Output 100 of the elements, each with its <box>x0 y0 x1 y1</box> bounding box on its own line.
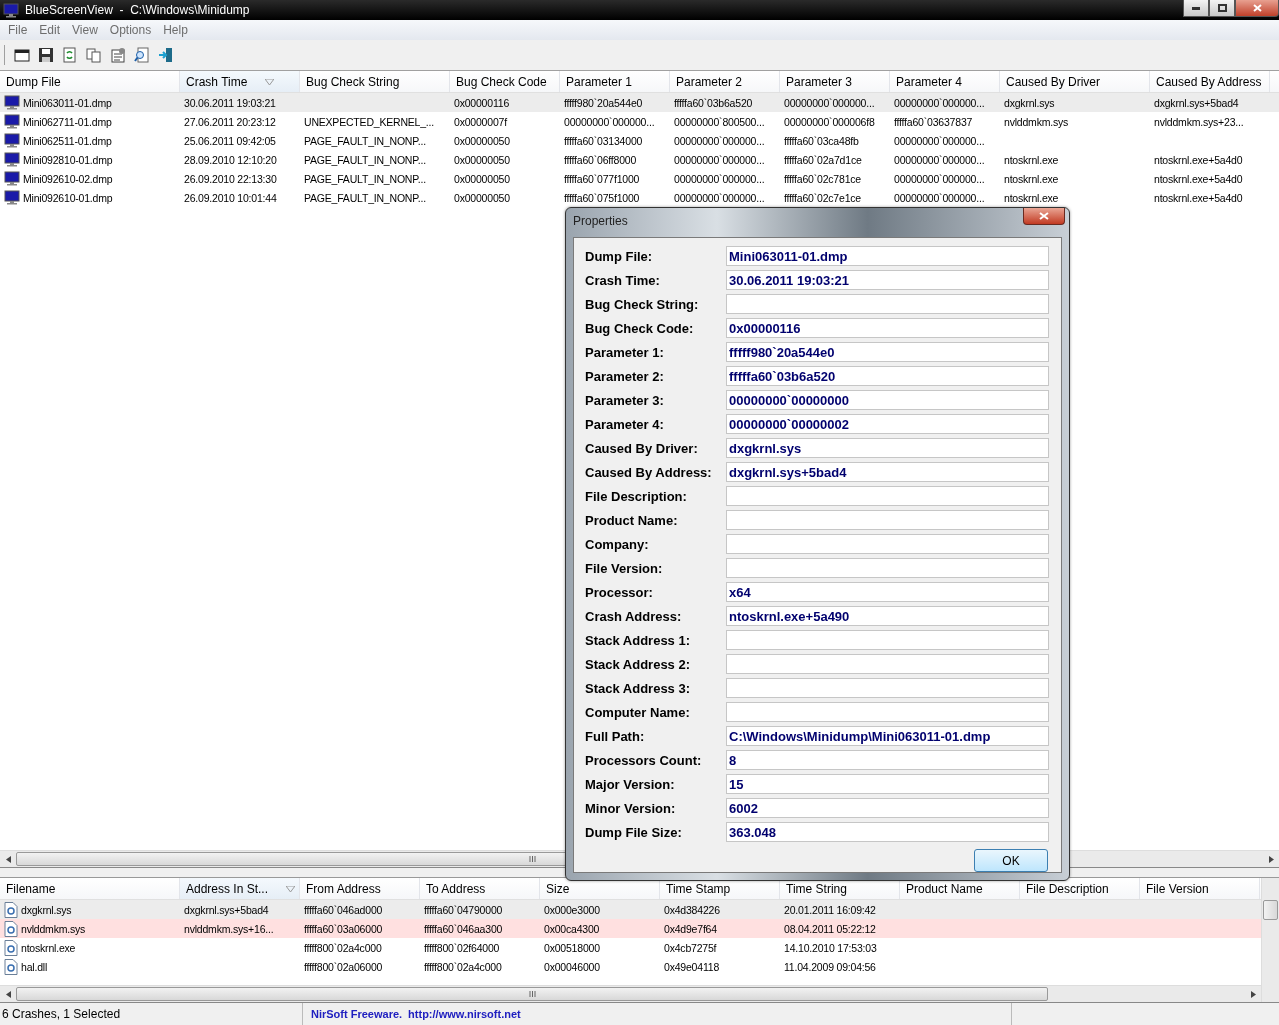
table-cell: 26.09.2010 22:13:30 <box>184 172 277 185</box>
field-label: Minor Version: <box>585 800 677 816</box>
table-cell: fffffa60`06ff8000 <box>564 153 637 166</box>
dialog-title: Properties <box>573 214 628 228</box>
table-cell: fffff800`02a06000 <box>304 960 383 973</box>
field-label: Crash Time: <box>585 272 661 288</box>
table-cell: fffff800`02f64000 <box>424 941 500 954</box>
field-label: Dump File Size: <box>585 824 683 840</box>
field-label: Bug Check String: <box>585 296 700 312</box>
field-label: Parameter 4: <box>585 416 665 432</box>
field-label: Dump File: <box>585 248 654 264</box>
table-cell: dxgkrnl.sys+5bad4 <box>184 903 269 916</box>
field-label: Processor: <box>585 584 654 600</box>
table-cell: dxgkrnl.sys <box>1004 96 1055 109</box>
table-cell: 0x00000050 <box>454 153 510 166</box>
table-cell: 0x00000050 <box>454 172 510 185</box>
table-cell: 0x00000050 <box>454 134 510 147</box>
table-cell: 08.04.2011 05:22:12 <box>784 922 876 935</box>
table-cell: fffffa60`02a7d1ce <box>784 153 862 166</box>
table-cell: 27.06.2011 20:23:12 <box>184 115 276 128</box>
field-label: Full Path: <box>585 728 646 744</box>
table-cell: PAGE_FAULT_IN_NONP... <box>304 134 426 147</box>
table-cell: fffffa60`03134000 <box>564 134 643 147</box>
table-cell: 0x00000050 <box>454 191 510 204</box>
table-cell: 11.04.2009 09:04:56 <box>784 960 876 973</box>
table-cell: nvlddmkm.sys+23... <box>1154 115 1244 128</box>
table-cell: 0x00ca4300 <box>544 922 600 935</box>
field-label: Computer Name: <box>585 704 691 720</box>
table-cell: 00000000`000000... <box>674 134 765 147</box>
table-cell: nvlddmkm.sys+16... <box>184 922 274 935</box>
table-cell: Mini092810-01.dmp <box>23 153 113 166</box>
table-cell: 30.06.2011 19:03:21 <box>184 96 276 109</box>
field-label: Caused By Address: <box>585 464 713 480</box>
table-cell: ntoskrnl.exe+5a4d0 <box>1154 191 1243 204</box>
field-label: Product Name: <box>585 512 679 528</box>
table-cell: fffffa60`075f1000 <box>564 191 640 204</box>
field-label: Stack Address 2: <box>585 656 691 672</box>
table-cell: UNEXPECTED_KERNEL_... <box>304 115 434 128</box>
table-cell: 00000000`800500... <box>674 115 765 128</box>
table-cell: Mini092610-02.dmp <box>23 172 113 185</box>
table-cell: 00000000`000000... <box>564 115 655 128</box>
table-cell: 0x00000116 <box>454 96 510 109</box>
table-cell: Mini092610-01.dmp <box>23 191 113 204</box>
table-cell: 26.09.2010 10:01:44 <box>184 191 277 204</box>
table-cell: dxgkrnl.sys <box>21 903 72 916</box>
table-cell: fffffa60`03b6a520 <box>674 96 753 109</box>
table-cell: nvlddmkm.sys <box>1004 115 1069 128</box>
table-cell: fffffa60`04790000 <box>424 903 503 916</box>
table-cell: 00000000`000000... <box>894 191 985 204</box>
table-cell: 00000000`000006f8 <box>784 115 875 128</box>
table-cell: 00000000`000000... <box>674 191 765 204</box>
field-label: Major Version: <box>585 776 676 792</box>
table-cell: hal.dll <box>21 960 48 973</box>
table-cell: 14.10.2010 17:53:03 <box>784 941 877 954</box>
status-text: 6 Crashes, 1 Selected <box>0 1003 303 1025</box>
field-label: File Description: <box>585 488 688 504</box>
table-cell: fffffa60`02c7e1ce <box>784 191 861 204</box>
table-cell: fffffa60`077f1000 <box>564 172 640 185</box>
table-cell: 00000000`000000... <box>674 172 765 185</box>
field-label: Stack Address 1: <box>585 632 691 648</box>
table-cell: ntoskrnl.exe <box>1004 153 1059 166</box>
table-cell: 0x4d384226 <box>664 903 720 916</box>
table-cell: Mini062711-01.dmp <box>23 115 112 128</box>
field-label: Processors Count: <box>585 752 703 768</box>
table-cell: Mini062511-01.dmp <box>23 134 112 147</box>
field-label: Crash Address: <box>585 608 683 624</box>
table-cell: 0x4d9e7f64 <box>664 922 717 935</box>
table-cell: 00000000`000000... <box>894 172 985 185</box>
table-cell: 0x00046000 <box>544 960 600 973</box>
table-cell: ntoskrnl.exe <box>1004 172 1059 185</box>
table-cell: 00000000`000000... <box>894 96 985 109</box>
table-cell: fffff980`20a544e0 <box>564 96 643 109</box>
window-title: BlueScreenView - C:\Windows\Minidump <box>25 3 251 17</box>
table-cell: ntoskrnl.exe+5a4d0 <box>1154 172 1243 185</box>
table-cell: fffffa60`046aa300 <box>424 922 503 935</box>
table-cell: ntoskrnl.exe <box>1004 191 1059 204</box>
table-cell: PAGE_FAULT_IN_NONP... <box>304 153 426 166</box>
table-cell: 00000000`000000... <box>894 153 985 166</box>
field-label: Parameter 2: <box>585 368 665 384</box>
table-cell: PAGE_FAULT_IN_NONP... <box>304 191 426 204</box>
table-cell: 00000000`000000... <box>894 134 985 147</box>
table-cell: ntoskrnl.exe <box>21 941 76 954</box>
table-cell: Mini063011-01.dmp <box>23 96 112 109</box>
table-cell: 0x4cb7275f <box>664 941 717 954</box>
table-cell: 25.06.2011 09:42:05 <box>184 134 276 147</box>
field-label: Parameter 1: <box>585 344 665 360</box>
table-cell: ntoskrnl.exe+5a4d0 <box>1154 153 1243 166</box>
table-cell: fffffa60`03ca48fb <box>784 134 859 147</box>
table-cell: 00000000`000000... <box>784 96 875 109</box>
table-cell: fffff800`02a4c000 <box>424 960 502 973</box>
table-cell: 0x00518000 <box>544 941 600 954</box>
field-label: Stack Address 3: <box>585 680 691 696</box>
field-label: File Version: <box>585 560 664 576</box>
table-cell: dxgkrnl.sys+5bad4 <box>1154 96 1239 109</box>
table-cell: 0x49e04118 <box>664 960 720 973</box>
table-cell: fffffa60`046ad000 <box>304 903 383 916</box>
credit-text: NirSoft Freeware. <box>311 1008 403 1020</box>
table-cell: 28.09.2010 12:10:20 <box>184 153 277 166</box>
table-cell: nvlddmkm.sys <box>21 922 86 935</box>
table-cell: fffffa60`02c781ce <box>784 172 861 185</box>
